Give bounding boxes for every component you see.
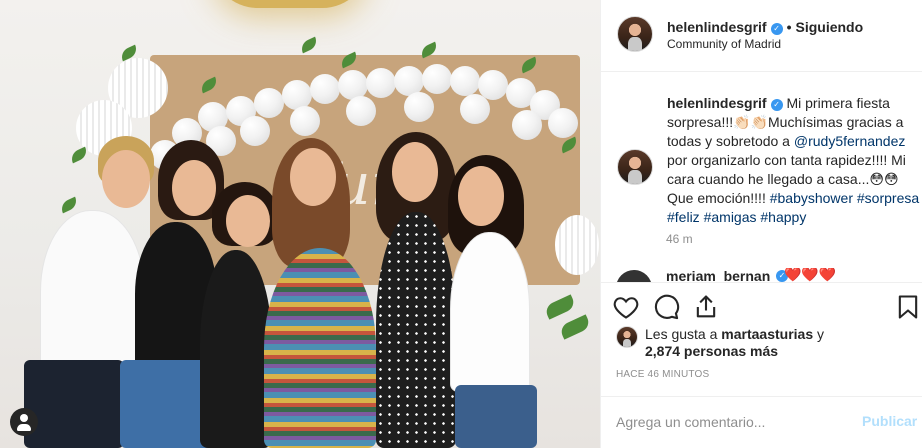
caption-mention[interactable]: @rudy5fernandez	[794, 133, 906, 149]
post-photo[interactable]: Yuri	[0, 0, 600, 448]
publish-button[interactable]: Publicar	[862, 413, 917, 429]
person-face	[392, 142, 438, 202]
balloon	[404, 92, 434, 122]
header-user-line: helenlindesgrif ✓ • Siguiendo	[667, 19, 863, 35]
commenter-avatar[interactable]	[616, 270, 652, 282]
verified-icon: ✓	[770, 99, 783, 111]
person-face	[226, 195, 270, 247]
person-jeans	[24, 360, 124, 448]
hashtag[interactable]: #feliz	[667, 209, 700, 225]
leaf	[68, 146, 90, 164]
balloon	[548, 108, 578, 138]
balloon	[450, 66, 480, 96]
leaf	[558, 314, 592, 340]
balloon	[290, 106, 320, 136]
balloon	[512, 110, 542, 140]
balloon	[254, 88, 284, 118]
author-username[interactable]: helenlindesgrif	[667, 19, 767, 35]
hashtag[interactable]: #happy	[760, 209, 806, 225]
person-face	[172, 160, 216, 216]
balloon	[366, 68, 396, 98]
author-avatar[interactable]	[617, 16, 653, 52]
caption-text: helenlindesgrif ✓ Mi primera fiesta sorpr…	[667, 94, 922, 227]
caption-avatar[interactable]	[617, 149, 653, 185]
hashtag[interactable]: #sorpresa	[857, 190, 919, 206]
person-face	[290, 148, 336, 206]
paper-honeycomb-ball	[555, 215, 599, 275]
heart-icon[interactable]	[612, 293, 640, 321]
balloon	[310, 74, 340, 104]
balloon	[240, 116, 270, 146]
comment-input[interactable]	[616, 414, 856, 430]
balloon	[460, 94, 490, 124]
post-side-panel: helenlindesgrif ✓ • Siguiendo Community of …	[600, 0, 922, 448]
ceiling-lamp	[210, 0, 370, 8]
leaf	[58, 196, 80, 214]
comment-text: ❤️❤️❤️	[784, 268, 837, 282]
caption-username[interactable]: helenlindesgrif	[667, 95, 767, 111]
hashtag[interactable]: #amigas	[704, 209, 757, 225]
likes-prefix: Les gusta a	[645, 326, 722, 342]
action-bar	[600, 282, 922, 330]
leaf	[543, 294, 577, 320]
person-black-jacket	[200, 250, 272, 448]
person-white-tshirt	[40, 210, 145, 380]
likes-suffix: y	[813, 326, 824, 342]
share-icon[interactable]	[692, 293, 720, 321]
hashtag[interactable]: #babyshower	[770, 190, 853, 206]
person-jeans	[455, 385, 537, 448]
balloon	[422, 64, 452, 94]
post-header: helenlindesgrif ✓ • Siguiendo Community of …	[601, 0, 922, 72]
person-jeans	[120, 360, 212, 448]
liker-username[interactable]: martaasturias	[721, 326, 813, 342]
verified-icon: ✓	[770, 23, 783, 35]
person-white-top	[450, 232, 530, 392]
liker-avatar[interactable]	[616, 326, 638, 348]
caption-timestamp[interactable]: 46 m	[666, 232, 693, 246]
follow-button[interactable]: Siguiendo	[795, 19, 863, 35]
user-tag-icon[interactable]	[10, 408, 38, 436]
location-link[interactable]: Community of Madrid	[667, 37, 781, 51]
likes-count[interactable]: 2,874 personas más	[645, 343, 778, 359]
balloon	[346, 96, 376, 126]
comment-item: meriam_bernan ✓ ❤️❤️❤️	[616, 268, 916, 282]
leaf	[298, 36, 320, 54]
bookmark-icon[interactable]	[894, 293, 922, 321]
separator-dot: •	[786, 19, 792, 35]
person-face	[102, 150, 150, 208]
commenter-username[interactable]: meriam_bernan	[666, 268, 770, 282]
add-comment-bar: Publicar	[600, 396, 922, 448]
person-polka-dot-dress	[376, 212, 456, 448]
post-timestamp[interactable]: HACE 46 MINUTOS	[616, 369, 709, 380]
person-striped-dress	[264, 248, 376, 448]
likes-text: Les gusta a martaasturias y	[645, 325, 824, 343]
person-face	[458, 166, 504, 226]
comment-icon[interactable]	[652, 293, 680, 321]
